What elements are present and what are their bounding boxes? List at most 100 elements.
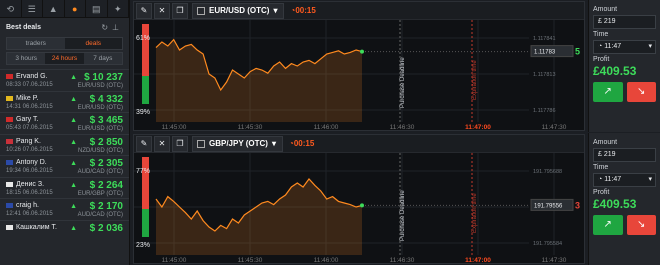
period-24-hours[interactable]: 24 hours [45, 53, 84, 64]
period-7-days[interactable]: 7 days [83, 53, 122, 64]
tab-traders[interactable]: traders [7, 38, 65, 49]
best-deals-sidebar: ⟲ ☰ ▲ ● ▤ ✦ Best deals ↻⊥ traders deals … [0, 0, 130, 265]
put-percent: 77% [136, 168, 150, 175]
trader-name: Pang K. [16, 137, 41, 145]
deal-time: 10:26 07.06.2015 [6, 146, 53, 153]
trader-name: craig h. [16, 202, 39, 209]
deal-row[interactable]: Mike P. 14:31 06.06.2015 ▲ $ 4 332 EUR/USD (… [0, 90, 129, 113]
arrow-up-icon: ▲ [70, 160, 77, 167]
chart-icon[interactable]: ▲ [43, 0, 65, 17]
deal-row[interactable]: Gary T. 05:43 07.06.2015 ▲ $ 3 465 EUR/USD (… [0, 112, 129, 134]
copy-icon[interactable]: ❐ [172, 2, 188, 19]
time-tick-label: 11:45:30 [238, 257, 263, 264]
deal-row[interactable]: Кашкалим Т. ▲ $ 2 036 [0, 219, 129, 242]
trade-panel: Amount £ 219 Time ◔ 11:47 ▾ Profit £409.… [588, 133, 660, 265]
trade-panel: Amount £ 219 Time ◔ 11:47 ▾ Profit £409.… [588, 0, 660, 132]
amount-input[interactable]: £ 219 [593, 148, 656, 162]
deal-pair: EUR/USD (OTC) [77, 126, 123, 132]
chevron-down-icon: ▾ [648, 176, 652, 183]
price-tick-label: 191.795688 [533, 169, 562, 175]
time-tick-label: 11:45:00 [162, 124, 187, 131]
countdown-timer: ◔00:15 [289, 139, 315, 148]
price-area [156, 179, 362, 255]
time-tick-label: 11:47:30 [542, 124, 567, 131]
deal-time: 14:31 06.06.2015 [6, 103, 53, 110]
time-select[interactable]: ◔ 11:47 ▾ [593, 173, 656, 187]
settings-icon[interactable]: ✦ [108, 0, 129, 17]
deal-time: 18:15 06.06.2015 [6, 189, 53, 196]
deal-amount: $ 2 036 [89, 222, 123, 234]
purchase-deadline-label: Purchase Deadline [400, 190, 406, 241]
deal-row[interactable]: Денис З. 18:15 06.06.2015 ▲ $ 2 264 EUR/GBP … [0, 176, 129, 199]
price-chart[interactable]: 11:45:00 11:45:30 11:46:00 11:46:30 11:47:00… [134, 20, 586, 132]
call-percent: 39% [136, 109, 150, 116]
arrow-up-icon: ▲ [70, 95, 77, 103]
pin-icon[interactable]: ⊥ [112, 23, 123, 32]
amount-input[interactable]: £ 219 [593, 15, 656, 29]
history-icon[interactable]: ⟲ [0, 0, 22, 17]
deal-pair: EUR/GBP (OTC) [77, 190, 123, 197]
deal-amount: $ 2 170 [89, 201, 123, 212]
call-sentiment-bar [142, 76, 149, 104]
deal-pair: AUD/CAD (OTC) [77, 169, 123, 175]
close-icon[interactable]: ✕ [154, 2, 170, 19]
stats-icon[interactable]: ▤ [86, 0, 108, 17]
call-sentiment-bar [142, 209, 149, 237]
current-price: 191.79556 [534, 203, 563, 209]
amount-label: Amount [593, 6, 618, 13]
deal-pair: EUR/USD (OTC) [77, 104, 123, 111]
trend-up-icon: ↗ [603, 219, 612, 230]
price-tick-label: 1.117813 [533, 72, 556, 78]
refresh-icon[interactable]: ↻ [101, 23, 112, 32]
trend-down-icon: ↘ [637, 219, 646, 230]
put-sentiment-bar [142, 24, 149, 76]
profit-value: £409.53 [593, 197, 637, 211]
asset-name: GBP/JPY (OTC) [209, 138, 268, 148]
price-badge-count: 5 [575, 47, 580, 57]
deal-row[interactable]: craig h. 12:41 06.06.2015 ▲ $ 2 170 AUD/CAD … [0, 198, 129, 220]
call-button[interactable]: ↗ [593, 215, 623, 235]
sidebar-icon-bar: ⟲ ☰ ▲ ● ▤ ✦ [0, 0, 129, 18]
country-flag-icon [6, 117, 13, 122]
deal-row[interactable]: Antony D. 19:34 06.06.2015 ▲ $ 2 305 AUD/CAD… [0, 155, 129, 177]
country-flag-icon [6, 138, 13, 144]
price-chart[interactable]: 11:45:00 11:45:30 11:46:00 11:46:30 11:47:00… [134, 153, 586, 265]
deal-pair: NZD/USD (OTC) [78, 147, 123, 154]
trader-name: Gary T. [16, 116, 39, 123]
arrow-up-icon: ▲ [70, 224, 77, 232]
chevron-down-icon: ▾ [648, 43, 652, 50]
chart-panel-gbpjpy: ✎ ✕ ❐ GBP/JPY (OTC) ▾ ◔00:15 11:45:00 11:… [133, 134, 585, 264]
time-tick-label: 11:47:30 [542, 257, 567, 264]
close-icon[interactable]: ✕ [154, 135, 170, 152]
time-select[interactable]: ◔ 11:47 ▾ [593, 40, 656, 54]
price-badge-count: 3 [575, 200, 580, 210]
deal-row[interactable]: Ervand G. 08:33 07.06.2015 ▲ $ 10 237 EUR/US… [0, 69, 129, 91]
asset-name: EUR/USD (OTC) [209, 5, 270, 15]
deals-icon[interactable]: ☰ [22, 0, 43, 17]
people-icon[interactable]: ● [65, 0, 86, 17]
deal-row[interactable]: Pang K. 10:26 07.06.2015 ▲ $ 2 850 NZD/USD (… [0, 133, 129, 156]
asset-icon [197, 6, 205, 15]
amount-label: Amount [593, 139, 618, 146]
pencil-icon[interactable]: ✎ [136, 135, 152, 152]
call-button[interactable]: ↗ [593, 82, 623, 102]
deal-amount: $ 2 264 [89, 179, 123, 191]
clock-icon: ◔ [598, 43, 603, 50]
trader-name: Mike P. [16, 94, 39, 102]
trend-down-icon: ↘ [637, 86, 646, 97]
put-button[interactable]: ↘ [626, 82, 656, 102]
pencil-icon[interactable]: ✎ [136, 2, 152, 19]
copy-icon[interactable]: ❐ [172, 135, 188, 152]
trader-name: Кашкалим Т. [16, 223, 57, 231]
asset-selector[interactable]: GBP/JPY (OTC) ▾ [192, 135, 283, 152]
expiration-label: Expiration time [472, 60, 478, 100]
deal-amount: $ 10 237 [84, 72, 123, 83]
profit-value: £409.53 [593, 64, 637, 78]
tab-deals[interactable]: deals [64, 38, 122, 49]
put-button[interactable]: ↘ [626, 215, 656, 235]
time-tick-label: 11:47:00 [465, 124, 491, 131]
deal-list: Ervand G. 08:33 07.06.2015 ▲ $ 10 237 EUR/US… [0, 69, 129, 241]
asset-selector[interactable]: EUR/USD (OTC) ▾ [192, 2, 285, 19]
period-3-hours[interactable]: 3 hours [7, 53, 46, 64]
current-price: 1.11783 [534, 50, 556, 56]
